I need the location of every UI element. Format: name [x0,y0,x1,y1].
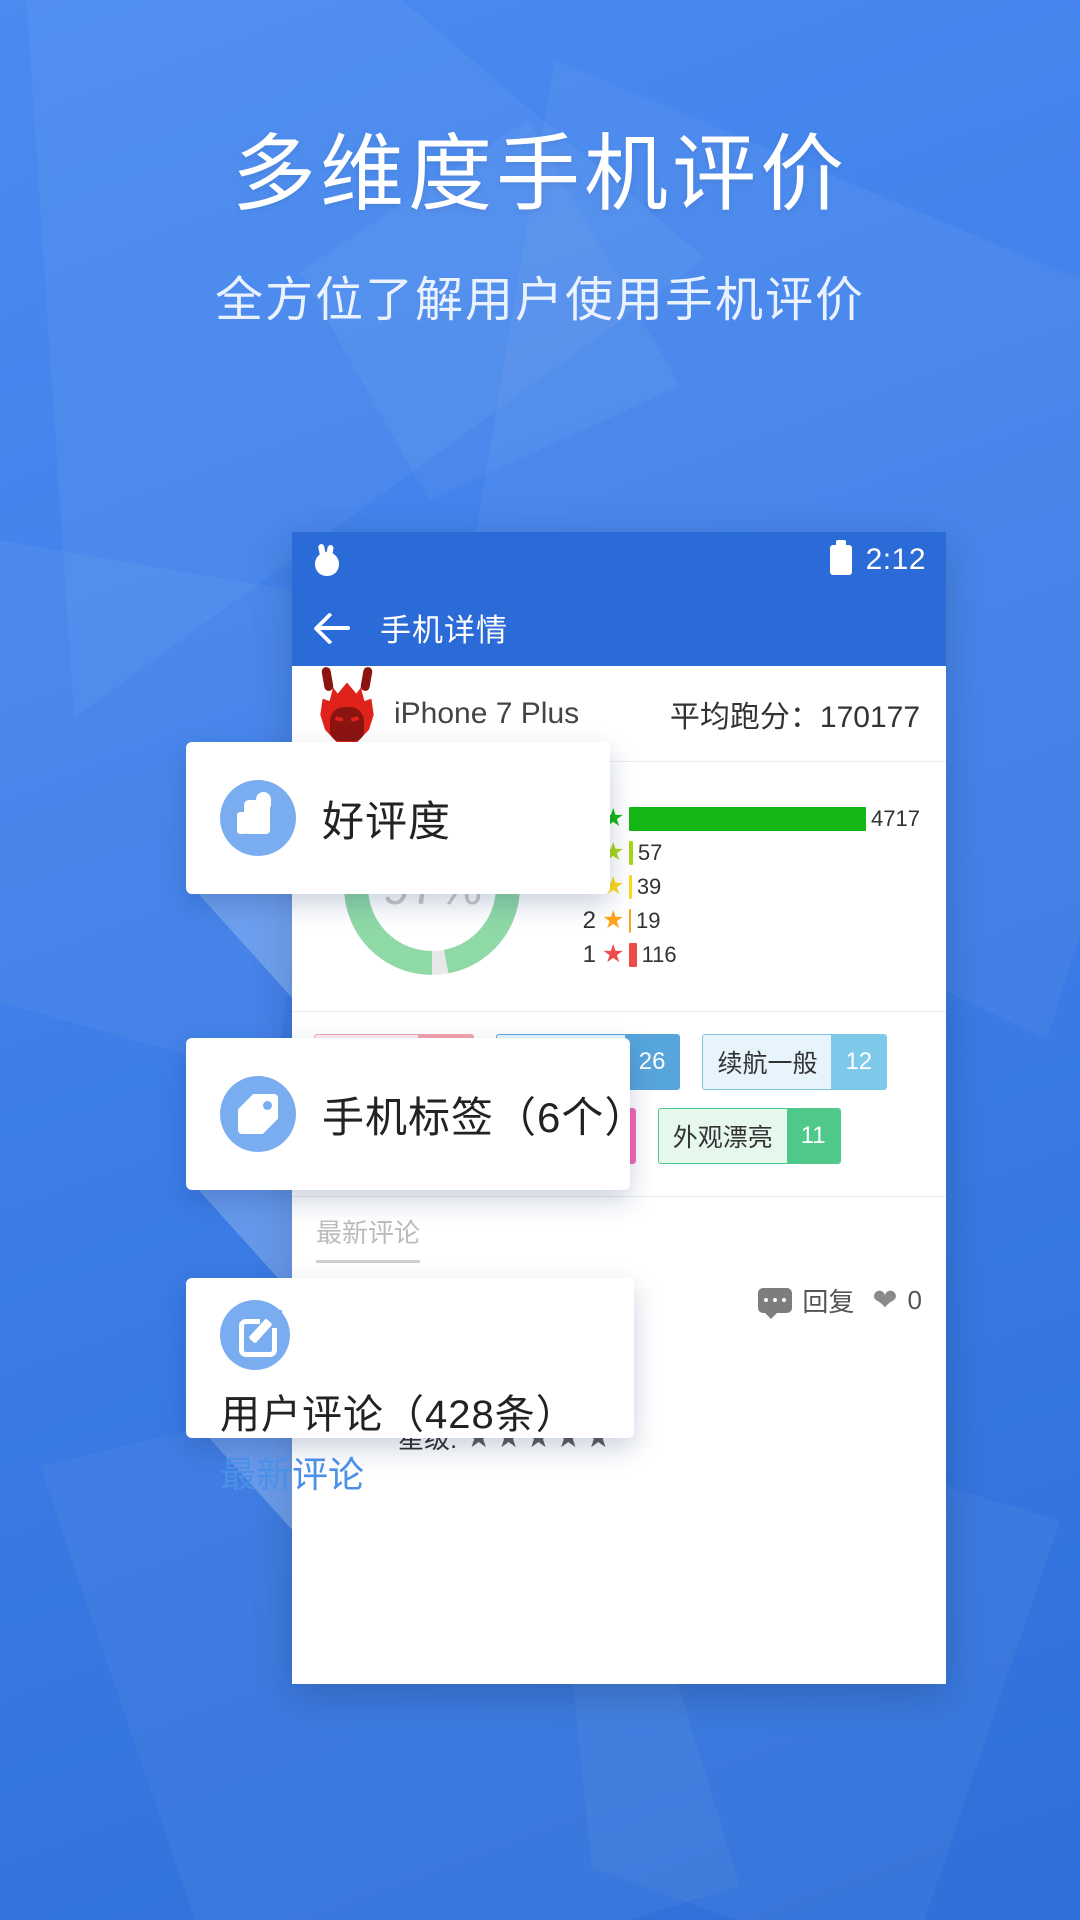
edit-comment-icon [220,1300,290,1370]
app-bar: 手机详情 [292,588,946,666]
back-arrow-icon[interactable] [314,607,354,647]
rating-bar-row: 2 ★ 19 [572,904,920,938]
callout-phone-tags[interactable]: 手机标签（6个） [186,1038,646,1190]
status-bar: 2:12 [292,532,946,588]
reply-button[interactable]: 回复 [802,1282,854,1319]
callout-latest-comments-label: 最新评论 [220,1454,365,1495]
phone-tag-count: 12 [831,1035,887,1089]
rating-bar-value: 39 [636,873,662,899]
callout-user-comments-label: 用户评论（428条） [220,1393,577,1437]
like-count: 0 [907,1285,922,1315]
callout-good-rate-label: 好评度 [322,797,452,845]
antutu-flame-icon [318,665,376,745]
rating-bar-row: 4★57 [572,836,920,870]
rating-bar-label: 1 [582,940,596,968]
phone-tag-count: 11 [786,1109,840,1163]
rating-bar-track: 39 [629,873,920,899]
phone-tag-chip[interactable]: 外观漂亮 11 [657,1108,841,1164]
antutu-rabbit-icon [312,543,342,576]
rating-bar-value: 4717 [871,805,920,831]
rating-bar-value: 19 [636,907,661,933]
rating-bar-row: 3★39 [572,870,920,904]
rating-bar-track: 116 [629,941,920,967]
status-time: 2:12 [865,543,926,576]
promo-subtitle: 全方位了解用户使用手机评价 [214,274,865,328]
rating-bar-value: 57 [637,839,663,865]
phone-tag-label: 外观漂亮 [672,1124,773,1152]
page-title: 手机详情 [380,612,508,648]
star-icon: ★ [602,940,625,968]
average-score: 平均跑分：170177 [669,700,920,734]
rating-bar-value: 116 [641,941,677,967]
price-tag-icon [220,1076,296,1152]
callout-user-comments[interactable]: 用户评论（428条） 最新评论 [186,1278,634,1495]
rating-bar-track: 19 [629,907,920,933]
rating-bar-row: 1 ★ 116 [572,938,920,972]
product-name: iPhone 7 Plus [394,696,580,730]
rating-bar-fill [629,942,637,967]
tab-latest-comments[interactable]: 最新评论 [316,1213,421,1263]
rating-bar-fill [629,908,632,933]
rating-bar-track: 4717 [629,805,920,831]
rating-bar-fill [629,840,633,865]
rating-bar-track: 57 [629,839,920,865]
thumbs-up-icon [220,780,296,856]
phone-tag-chip[interactable]: 续航一般 12 [702,1034,888,1090]
phone-tag-count: 26 [624,1035,680,1089]
rating-distribution-chart: ★47174★573★392★ 19 1★ 116 [572,802,946,972]
battery-icon [829,540,852,575]
rating-bar-label: 2 [582,906,596,934]
heart-icon[interactable]: ❤ [872,1285,897,1316]
rating-bar-fill [629,806,867,831]
callout-good-rate[interactable]: 好评度 [186,742,610,894]
rating-bar-row: ★ 4717 [572,802,920,836]
callout-phone-tags-label: 手机标签（6个） [322,1093,648,1141]
star-icon: ★ [602,906,625,934]
phone-tag-label: 续航一般 [717,1050,818,1078]
rating-bar-fill [629,874,632,899]
comment-bubble-icon[interactable] [758,1288,793,1319]
promo-title: 多维度手机评价 [231,127,848,221]
promo-headline-block: 多维度手机评价 全方位了解用户使用手机评价 [0,128,1080,330]
